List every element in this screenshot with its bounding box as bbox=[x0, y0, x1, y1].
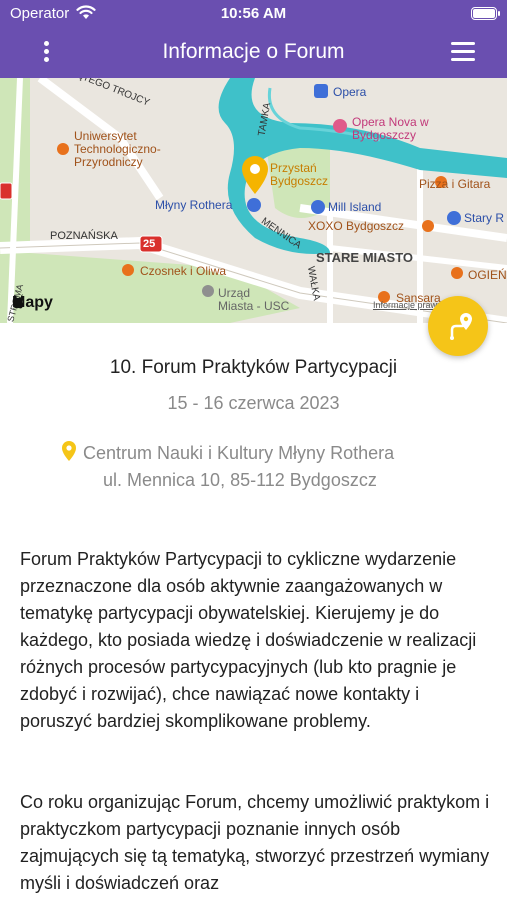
page-title: Informacje o Forum bbox=[162, 40, 345, 63]
battery-icon bbox=[471, 7, 500, 20]
venue-address[interactable]: ul. Mennica 10, 85-112 Bydgoszcz bbox=[103, 470, 377, 491]
venue-name[interactable]: Centrum Nauki i Kultury Młyny Rothera bbox=[83, 443, 394, 464]
map-poi-label[interactable]: Młyny Rothera bbox=[155, 198, 232, 212]
map-poi-label[interactable]: Pizza i Gitara bbox=[419, 177, 490, 191]
event-date: 15 - 16 czerwca 2023 bbox=[167, 393, 340, 413]
apple-maps-attribution: Mapy bbox=[12, 294, 53, 312]
status-bar: Operator 10:56 AM bbox=[0, 0, 507, 28]
map-poi-label[interactable]: Stary R bbox=[464, 211, 504, 225]
map-street-label: POZNAŃSKA bbox=[50, 230, 118, 242]
map-poi-label[interactable]: OGIEŃ bbox=[468, 268, 507, 282]
map-poi-label[interactable]: XOXO Bydgoszcz bbox=[308, 219, 404, 233]
map-poi-label[interactable]: Opera bbox=[333, 85, 366, 99]
map-poi-label[interactable]: Mill Island bbox=[328, 200, 381, 214]
map-district-label: STARE MIASTO bbox=[316, 250, 414, 265]
route-icon bbox=[450, 313, 472, 340]
map-poi-label[interactable]: Czosnek i Oliwa bbox=[140, 264, 226, 278]
map-poi-label[interactable]: Urząd Miasta - USC bbox=[218, 287, 289, 313]
map-poi-label[interactable]: Przystań Bydgoszcz bbox=[270, 162, 328, 188]
route-button[interactable] bbox=[428, 296, 488, 356]
map-view[interactable]: ŚWIĘTEGO TROJCY POZNAŃSKA TAMKA MENNICA … bbox=[0, 78, 507, 323]
nav-bar: Informacje o Forum bbox=[0, 30, 507, 76]
map-poi-label[interactable]: Opera Nova w Bydgoszczy bbox=[352, 116, 429, 142]
location-pin-icon bbox=[62, 441, 76, 461]
hamburger-menu-icon[interactable] bbox=[451, 42, 475, 64]
description-paragraph: Forum Praktyków Partycypacji to cykliczn… bbox=[20, 549, 477, 731]
apple-logo-icon bbox=[12, 294, 24, 309]
app-header: Operator 10:56 AM Informacje o Forum bbox=[0, 0, 507, 78]
description-paragraph: Co roku organizując Forum, chcemy umożli… bbox=[20, 792, 490, 893]
road-badge: 25 bbox=[143, 238, 156, 250]
event-title: 10. Forum Praktyków Partycypacji bbox=[109, 357, 398, 378]
clock: 10:56 AM bbox=[220, 5, 287, 22]
map-poi-label[interactable]: Uniwersytet Technologiczno- Przyrodniczy bbox=[74, 130, 161, 169]
